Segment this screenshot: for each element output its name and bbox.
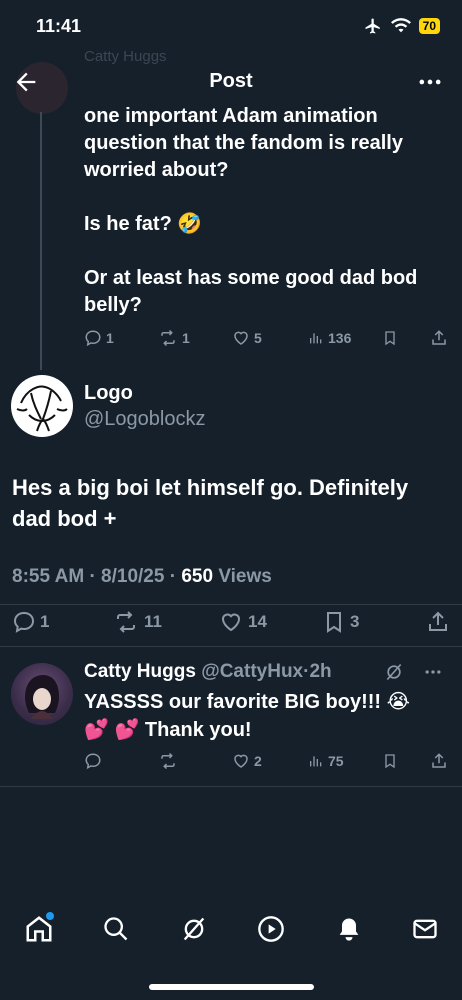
reply-avatar[interactable] — [11, 663, 73, 725]
status-icons: 70 — [363, 17, 440, 35]
more-horizontal-icon — [419, 79, 441, 85]
airplane-icon — [365, 18, 380, 34]
home-indicator — [149, 984, 314, 990]
status-bar: 11:41 70 — [0, 0, 462, 52]
author-name[interactable]: Logo — [84, 382, 133, 405]
bar-chart-icon — [310, 756, 322, 767]
main-bookmark-button[interactable]: 3 — [322, 610, 359, 634]
main-like-count: 14 — [248, 612, 267, 631]
more-button[interactable] — [416, 68, 444, 96]
reply-repost-button[interactable] — [158, 752, 178, 770]
tab-search[interactable] — [99, 912, 133, 946]
meta-separator: · — [169, 566, 182, 587]
wifi-icon — [390, 18, 411, 33]
bookmark-icon — [385, 331, 395, 346]
bar-chart-icon — [310, 333, 322, 344]
tab-grok[interactable] — [177, 912, 211, 946]
page-title: Post — [209, 70, 253, 92]
logo-avatar-drawing — [16, 385, 68, 432]
reply-header-icons — [384, 662, 444, 682]
speech-bubble-icon — [85, 753, 101, 770]
mail-icon — [413, 919, 437, 939]
parent-bookmark-button[interactable] — [382, 329, 398, 347]
meta-separator: · — [89, 566, 102, 587]
thread-connector-line — [40, 112, 42, 370]
divider — [0, 646, 462, 647]
tab-messages[interactable] — [408, 912, 442, 946]
parent-views-button[interactable]: 136 — [308, 329, 351, 347]
main-reply-button[interactable]: 1 — [12, 610, 49, 634]
reply-text: YASSSS our favorite BIG boy!!! 😭 💕 💕 Tha… — [84, 691, 411, 741]
views-label: Views — [218, 566, 272, 587]
reply-like-count: 2 — [254, 753, 262, 769]
share-upload-icon — [432, 330, 446, 345]
status-time: 11:41 — [36, 16, 82, 36]
tab-video[interactable] — [254, 912, 288, 946]
repost-arrows-icon — [161, 752, 175, 770]
parent-like-button[interactable]: 5 — [232, 329, 262, 347]
bookmark-icon — [385, 754, 395, 769]
reply-views-count: 75 — [328, 753, 344, 769]
play-icon — [258, 916, 284, 942]
repost-arrows-icon — [161, 329, 175, 347]
post-date[interactable]: 8/10/25 — [101, 566, 164, 587]
main-repost-count: 11 — [144, 612, 162, 631]
bell-icon — [339, 918, 359, 941]
logo-avatar[interactable] — [11, 375, 73, 437]
top-header: Post — [0, 56, 462, 106]
main-like-button[interactable]: 14 — [218, 610, 267, 634]
divider — [0, 604, 462, 605]
main-reply-count: 1 — [40, 612, 50, 631]
parent-repost-count: 1 — [182, 330, 190, 346]
battery-indicator: 70 — [418, 18, 440, 34]
parent-share-button[interactable] — [430, 329, 448, 347]
tab-home[interactable] — [22, 912, 56, 946]
reply-age[interactable]: 2h — [309, 661, 331, 682]
reply-like-button[interactable]: 2 — [232, 752, 262, 770]
reply-header: Catty Huggs @CattyHux·2h — [84, 661, 332, 683]
parent-post-text: one important Adam animation question th… — [84, 105, 418, 316]
heart-icon — [221, 613, 241, 632]
author-handle[interactable]: @Logoblockz — [84, 408, 205, 431]
heart-icon — [234, 754, 248, 768]
divider — [0, 786, 462, 787]
post-meta: 8:55 AM · 8/10/25 · 650 Views — [12, 566, 272, 588]
reply-avatar-drawing — [25, 675, 59, 719]
tab-notifications[interactable] — [332, 912, 366, 946]
main-repost-button[interactable]: 11 — [112, 610, 162, 634]
parent-views-count: 136 — [328, 330, 352, 346]
parent-like-count: 5 — [254, 330, 262, 346]
repost-arrows-icon — [117, 611, 135, 633]
more-horizontal-icon[interactable] — [422, 662, 444, 682]
bottom-tab-bar — [0, 900, 462, 964]
reply-author-handle[interactable]: @CattyHux — [201, 661, 303, 682]
main-bookmark-count: 3 — [350, 612, 360, 631]
share-upload-icon — [429, 611, 447, 631]
post-time[interactable]: 8:55 AM — [12, 566, 84, 587]
parent-reply-count: 1 — [106, 330, 114, 346]
parent-repost-button[interactable]: 1 — [158, 329, 190, 347]
speech-bubble-icon — [13, 611, 35, 633]
reply-bookmark-button[interactable] — [382, 752, 398, 770]
reply-reply-button[interactable] — [84, 752, 102, 770]
speech-bubble-icon — [85, 330, 101, 347]
reply-share-button[interactable] — [430, 752, 448, 770]
bookmark-icon — [327, 612, 341, 633]
reply-author-name[interactable]: Catty Huggs — [84, 661, 196, 682]
views-count[interactable]: 650 — [181, 566, 213, 587]
share-upload-icon — [432, 753, 446, 768]
main-share-button[interactable] — [426, 610, 450, 634]
parent-reply-button[interactable]: 1 — [84, 329, 114, 347]
search-icon — [104, 917, 128, 941]
grok-icon[interactable] — [384, 662, 404, 682]
reply-views-button[interactable]: 75 — [308, 752, 344, 770]
notification-dot — [46, 912, 54, 920]
heart-icon — [234, 331, 248, 345]
grok-icon — [183, 917, 205, 941]
main-post-text: Hes a big boi let himself go. Definitely… — [12, 475, 409, 531]
